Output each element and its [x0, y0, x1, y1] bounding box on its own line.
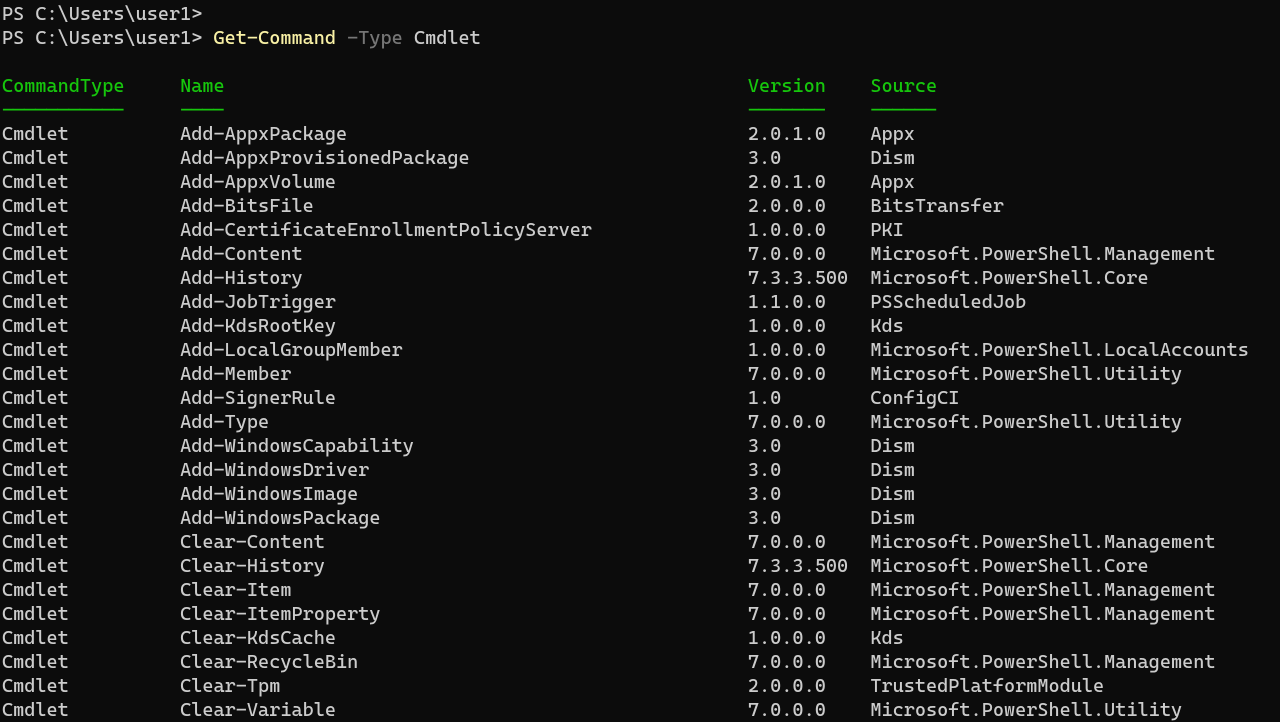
prompt-prefix: PS C:\Users\user1>: [2, 27, 214, 49]
table-row: Cmdlet Add-AppxPackage 2.0.1.0 Appx: [2, 122, 1278, 146]
table-row: Cmdlet Clear-Variable 7.0.0.0 Microsoft.…: [2, 698, 1278, 722]
parameter-token: -Type: [347, 27, 403, 49]
table-row: Cmdlet Clear-Content 7.0.0.0 Microsoft.P…: [2, 530, 1278, 554]
table-row: Cmdlet Add-LocalGroupMember 1.0.0.0 Micr…: [2, 338, 1278, 362]
table-row: Cmdlet Add-WindowsCapability 3.0 Dism: [2, 434, 1278, 458]
table-row: Cmdlet Clear-KdsCache 1.0.0.0 Kds: [2, 626, 1278, 650]
table-row: Cmdlet Add-SignerRule 1.0 ConfigCI: [2, 386, 1278, 410]
command-token: Get-Command: [214, 27, 336, 49]
table-row: Cmdlet Clear-Tpm 2.0.0.0 TrustedPlatform…: [2, 674, 1278, 698]
argument-token: Cmdlet: [414, 27, 481, 49]
table-row: Cmdlet Clear-Item 7.0.0.0 Microsoft.Powe…: [2, 578, 1278, 602]
table-row: Cmdlet Add-CertificateEnrollmentPolicySe…: [2, 218, 1278, 242]
table-row: Cmdlet Add-AppxProvisionedPackage 3.0 Di…: [2, 146, 1278, 170]
table-row: Cmdlet Add-BitsFile 2.0.0.0 BitsTransfer: [2, 194, 1278, 218]
table-row: Cmdlet Add-WindowsDriver 3.0 Dism: [2, 458, 1278, 482]
table-row: Cmdlet Clear-History 7.3.3.500 Microsoft…: [2, 554, 1278, 578]
table-row: Cmdlet Add-Member 7.0.0.0 Microsoft.Powe…: [2, 362, 1278, 386]
blank-line: [2, 50, 1278, 74]
table-row: Cmdlet Add-KdsRootKey 1.0.0.0 Kds: [2, 314, 1278, 338]
table-header: CommandType Name Version Source: [2, 74, 1278, 98]
prompt-line-command: PS C:\Users\user1> Get-Command -Type Cmd…: [2, 26, 1278, 50]
table-row: Cmdlet Add-JobTrigger 1.1.0.0 PSSchedule…: [2, 290, 1278, 314]
table-header-underline: ----------- ---- ------- ------: [2, 98, 1278, 122]
table-row: Cmdlet Add-History 7.3.3.500 Microsoft.P…: [2, 266, 1278, 290]
table-row: Cmdlet Add-AppxVolume 2.0.1.0 Appx: [2, 170, 1278, 194]
table-row: Cmdlet Add-WindowsImage 3.0 Dism: [2, 482, 1278, 506]
table-row: Cmdlet Clear-ItemProperty 7.0.0.0 Micros…: [2, 602, 1278, 626]
table-row: Cmdlet Clear-RecycleBin 7.0.0.0 Microsof…: [2, 650, 1278, 674]
prompt-line-empty: PS C:\Users\user1>: [2, 2, 1278, 26]
terminal-output[interactable]: PS C:\Users\user1>PS C:\Users\user1> Get…: [2, 2, 1278, 722]
table-row: Cmdlet Add-Type 7.0.0.0 Microsoft.PowerS…: [2, 410, 1278, 434]
table-row: Cmdlet Add-Content 7.0.0.0 Microsoft.Pow…: [2, 242, 1278, 266]
table-row: Cmdlet Add-WindowsPackage 3.0 Dism: [2, 506, 1278, 530]
